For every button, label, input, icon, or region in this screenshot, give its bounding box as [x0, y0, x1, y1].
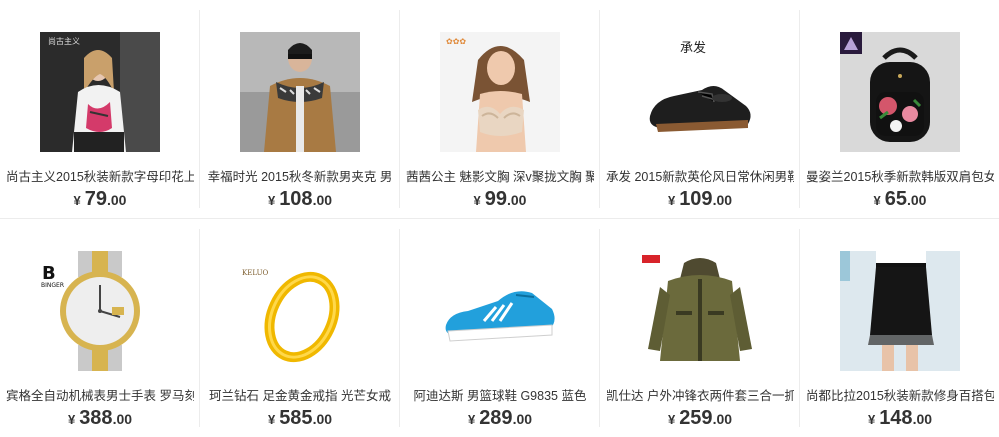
product-title[interactable]: 曼姿兰2015秋季新款韩版双肩包女	[806, 166, 994, 184]
currency-symbol: ¥	[67, 412, 76, 427]
product-grid: 尚古主义 尚古主义2015秋装新款字母印花上 ¥79.00 幸福时光 2015秋…	[0, 0, 999, 437]
product-card[interactable]: 曼姿兰2015秋季新款韩版双肩包女 ¥65.00	[800, 10, 999, 210]
currency-symbol: ¥	[267, 412, 276, 427]
price-decimal: .00	[312, 411, 333, 427]
wristwatch-photo[interactable]: B BINGER	[40, 251, 160, 371]
price-decimal: .00	[512, 411, 533, 427]
product-card[interactable]: 阿迪达斯 男篮球鞋 G9835 蓝色 ¥289.00	[400, 229, 600, 429]
currency-symbol: ¥	[73, 193, 81, 208]
product-row-1: 尚古主义 尚古主义2015秋装新款字母印花上 ¥79.00 幸福时光 2015秋…	[0, 0, 999, 218]
blue-sneaker-photo[interactable]	[440, 251, 560, 371]
product-price: ¥148.00	[800, 407, 999, 430]
product-title[interactable]: 茜茜公主 魅影文胸 深v聚拢文胸 聚	[406, 166, 594, 184]
svg-text:B: B	[42, 263, 56, 284]
price-decimal: .00	[907, 192, 927, 208]
price-decimal: .00	[507, 192, 527, 208]
price-integer: 65	[884, 188, 907, 210]
price-decimal: .00	[107, 192, 127, 208]
price-integer: 99	[484, 188, 507, 210]
product-title[interactable]: 承发 2015新款英伦风日常休闲男鞋	[606, 166, 794, 184]
product-card[interactable]: 承发 承发 2015新款英伦风日常休闲男鞋 ¥109.00	[600, 10, 800, 210]
product-title[interactable]: 阿迪达斯 男篮球鞋 G9835 蓝色	[406, 385, 594, 403]
price-integer: 585	[279, 407, 313, 429]
product-card[interactable]: 凯仕达 户外冲锋衣两件套三合一抓 ¥259.00	[600, 229, 800, 429]
price-integer: 108	[279, 188, 313, 210]
product-price: ¥259.00	[600, 407, 800, 430]
product-price: ¥585.00	[200, 407, 400, 430]
outdoor-jacket-photo[interactable]	[640, 251, 760, 371]
black-skirt-photo[interactable]	[840, 251, 960, 371]
product-title[interactable]: 凯仕达 户外冲锋衣两件套三合一抓	[606, 385, 794, 403]
svg-text:✿✿✿: ✿✿✿	[446, 37, 466, 46]
product-title[interactable]: 尚古主义2015秋装新款字母印花上	[6, 166, 194, 184]
price-integer: 148	[879, 407, 913, 429]
product-price: ¥65.00	[800, 188, 999, 211]
product-price: ¥108.00	[200, 188, 400, 211]
price-integer: 388	[79, 407, 113, 429]
currency-symbol: ¥	[473, 193, 481, 208]
product-title[interactable]: 幸福时光 2015秋冬新款男夹克 男	[206, 166, 394, 184]
product-row-2: B BINGER 宾格全自动机械表男士手表 罗马刻 ¥388.00 KELUO …	[0, 219, 999, 437]
product-title[interactable]: 宾格全自动机械表男士手表 罗马刻	[6, 385, 194, 403]
product-card[interactable]: ✿✿✿ 茜茜公主 魅影文胸 深v聚拢文胸 聚 ¥99.00	[400, 10, 600, 210]
product-price: ¥99.00	[400, 188, 600, 211]
man-jacket-photo[interactable]	[240, 32, 360, 152]
price-integer: 79	[84, 188, 107, 210]
product-title[interactable]: 尚都比拉2015秋装新款修身百搭包	[806, 385, 994, 403]
floral-backpack-photo[interactable]	[840, 32, 960, 152]
product-price: ¥109.00	[600, 188, 800, 211]
bra-model-photo[interactable]: ✿✿✿	[440, 32, 560, 152]
currency-symbol: ¥	[867, 412, 876, 427]
currency-symbol: ¥	[667, 193, 676, 208]
product-card[interactable]: KELUO 珂兰钻石 足金黄金戒指 光芒女戒 ¥585.00	[200, 229, 400, 429]
currency-symbol: ¥	[467, 412, 476, 427]
brand-label: KELUO	[242, 269, 269, 277]
currency-symbol: ¥	[667, 412, 676, 427]
woman-blouse-photo[interactable]: 尚古主义	[40, 32, 160, 152]
product-card[interactable]: B BINGER 宾格全自动机械表男士手表 罗马刻 ¥388.00	[0, 229, 200, 429]
product-card[interactable]: 尚古主义 尚古主义2015秋装新款字母印花上 ¥79.00	[0, 10, 200, 210]
product-price: ¥289.00	[400, 407, 600, 430]
product-card[interactable]: 幸福时光 2015秋冬新款男夹克 男 ¥108.00	[200, 10, 400, 210]
leather-shoe-photo[interactable]: 承发	[640, 32, 760, 152]
price-integer: 289	[479, 407, 513, 429]
brand-label: 承发	[680, 40, 706, 56]
price-integer: 259	[679, 407, 713, 429]
price-decimal: .00	[912, 411, 933, 427]
currency-symbol: ¥	[267, 193, 276, 208]
price-integer: 109	[679, 188, 713, 210]
product-price: ¥388.00	[0, 407, 200, 430]
price-decimal: .00	[112, 411, 133, 427]
product-price: ¥79.00	[0, 188, 200, 211]
gold-ring-photo[interactable]: KELUO	[240, 251, 360, 371]
currency-symbol: ¥	[873, 193, 881, 208]
price-decimal: .00	[712, 192, 733, 208]
product-title[interactable]: 珂兰钻石 足金黄金戒指 光芒女戒	[206, 385, 394, 403]
price-decimal: .00	[712, 411, 733, 427]
brand-label: 尚古主义	[48, 36, 80, 46]
product-card[interactable]: 尚都比拉2015秋装新款修身百搭包 ¥148.00	[800, 229, 999, 429]
price-decimal: .00	[312, 192, 333, 208]
brand-label: BINGER	[41, 282, 64, 289]
